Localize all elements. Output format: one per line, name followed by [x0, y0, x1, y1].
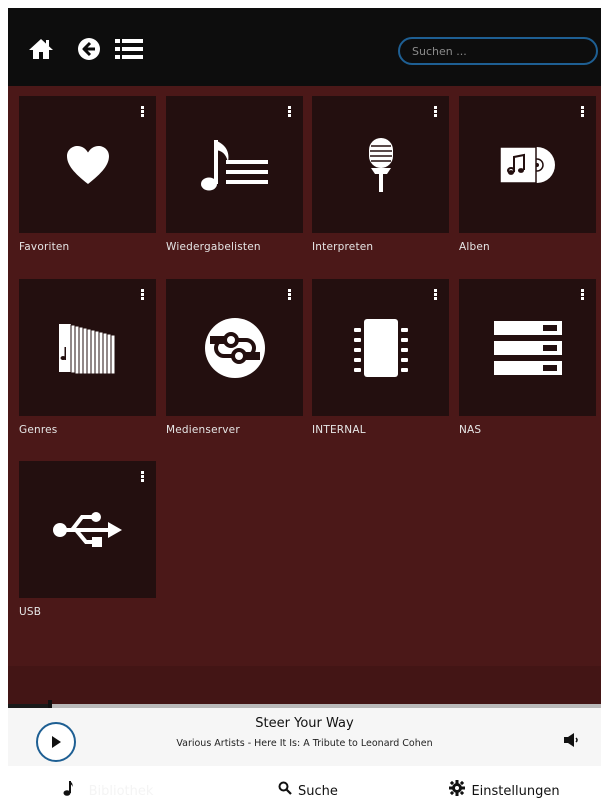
tile-label: USB: [19, 606, 42, 618]
tile-label: Wiedergabelisten: [166, 241, 261, 253]
heart-icon: [66, 145, 109, 184]
more-menu-icon[interactable]: [138, 106, 146, 120]
tile-favoriten: Favoriten: [19, 96, 156, 253]
more-menu-icon[interactable]: [285, 289, 293, 303]
tile-nas: NAS: [459, 279, 596, 436]
tile-genres: Genres: [19, 279, 156, 436]
app-frame: Favoriten Wiedergabelisten Interpreten A…: [0, 0, 605, 809]
back-button[interactable]: [74, 36, 104, 62]
tile-usb-cover[interactable]: [19, 461, 156, 598]
more-menu-icon[interactable]: [285, 106, 293, 120]
more-menu-icon[interactable]: [138, 289, 146, 303]
more-menu-icon[interactable]: [431, 106, 439, 120]
tile-wiedergabelisten-cover[interactable]: [166, 96, 303, 233]
more-menu-icon[interactable]: [431, 289, 439, 303]
tab-settings-label: Einstellungen: [471, 784, 560, 799]
track-title: Steer Your Way: [255, 716, 354, 731]
tab-search-label: Suche: [298, 784, 338, 799]
tile-medienserver-cover[interactable]: [166, 279, 303, 416]
tile-label: Medienserver: [166, 424, 240, 436]
more-menu-icon[interactable]: [578, 289, 586, 303]
volume-icon: [564, 733, 578, 747]
library-grid-footer: [8, 666, 601, 704]
tab-browse[interactable]: Bibliothek: [8, 766, 208, 809]
tile-medienserver: Medienserver: [166, 279, 303, 436]
tab-settings[interactable]: Einstellungen: [408, 766, 601, 809]
more-menu-icon[interactable]: [578, 106, 586, 120]
usb-icon: [52, 511, 122, 547]
chip-icon: [353, 318, 408, 377]
tab-browse-label: Bibliothek: [88, 784, 154, 799]
bottom-navigation: Bibliothek Suche Einstellungen: [8, 766, 601, 809]
tile-alben-cover[interactable]: [459, 96, 596, 233]
media-server-icon: [204, 317, 265, 378]
album-icon: [498, 145, 555, 184]
music-note-icon: [63, 780, 73, 796]
top-bar: [8, 8, 601, 86]
search-input[interactable]: [398, 37, 598, 65]
more-menu-icon[interactable]: [138, 471, 146, 485]
now-playing-bar: Steer Your Way Various Artists - Here It…: [8, 708, 601, 766]
nas-icon: [493, 320, 562, 375]
tile-interpreten: Interpreten: [312, 96, 449, 253]
track-artist-album: Various Artists - Here It Is: A Tribute …: [176, 738, 433, 749]
tile-wiedergabelisten: Wiedergabelisten: [166, 96, 303, 253]
tile-nas-cover[interactable]: [459, 279, 596, 416]
tile-genres-cover[interactable]: [19, 279, 156, 416]
tile-favoriten-cover[interactable]: [19, 96, 156, 233]
home-button[interactable]: [26, 36, 56, 62]
search-icon: [278, 781, 292, 795]
tile-label: Alben: [459, 241, 490, 253]
volume-button[interactable]: [563, 732, 579, 752]
tile-label: Interpreten: [312, 241, 374, 253]
back-arrow-icon: [78, 38, 100, 60]
microphone-icon: [368, 137, 393, 192]
queue-list-button[interactable]: [114, 36, 144, 62]
tile-usb: USB: [19, 461, 156, 618]
list-icon: [115, 39, 143, 59]
gear-icon: [449, 779, 466, 796]
playlist-icon: [200, 139, 268, 190]
home-icon: [29, 39, 53, 59]
tile-label: Favoriten: [19, 241, 70, 253]
tile-label: NAS: [459, 424, 482, 436]
tile-alben: Alben: [459, 96, 596, 253]
tile-internal-cover[interactable]: [312, 279, 449, 416]
tile-label: INTERNAL: [312, 424, 366, 436]
tile-internal: INTERNAL: [312, 279, 449, 436]
tile-interpreten-cover[interactable]: [312, 96, 449, 233]
genre-stack-icon: [58, 323, 115, 374]
tab-search[interactable]: Suche: [208, 766, 408, 809]
tile-label: Genres: [19, 424, 58, 436]
